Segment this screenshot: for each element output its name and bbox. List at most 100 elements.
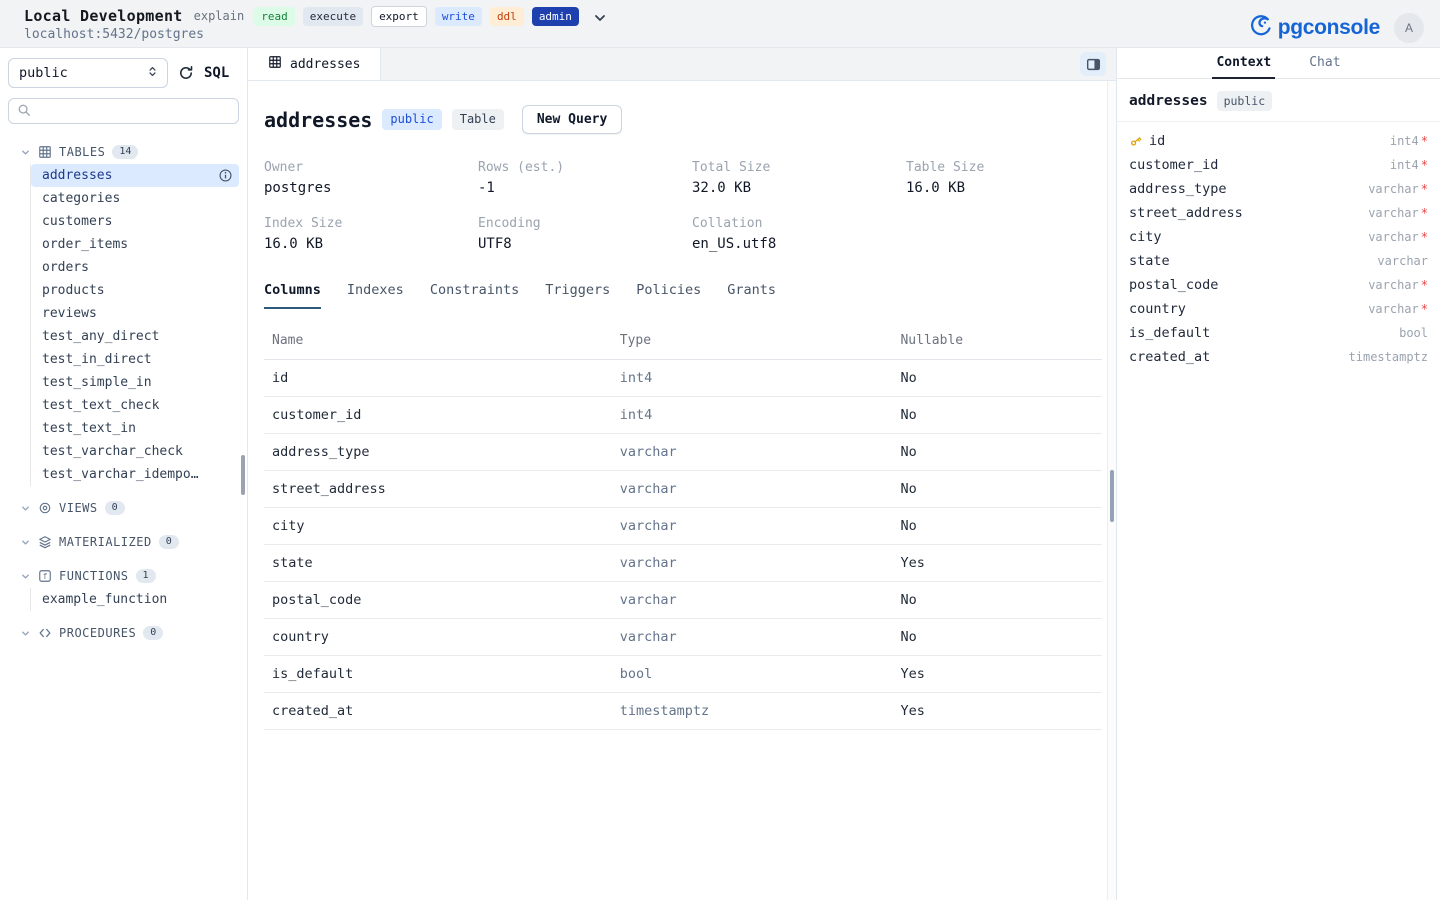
info-icon [218,168,233,183]
table-row[interactable]: countryvarcharNo [264,619,1102,656]
cell-name: state [264,555,612,571]
table-row[interactable]: created_attimestamptzYes [264,693,1102,730]
context-tab-context[interactable]: Context [1212,55,1275,79]
tab-addresses[interactable]: addresses [248,48,381,80]
section-count-badge: 0 [105,501,125,515]
pgconsole-elephant-icon [1247,12,1274,43]
detail-tabs: Columns Indexes Constraints Triggers Policie… [264,282,1100,309]
sidebar-item-test_text_in[interactable]: test_text_in [31,417,239,440]
table-stats: OwnerpostgresRows (est.)-1Total Size32.0… [264,160,1100,252]
context-column-name: id [1129,133,1165,149]
table-grid-icon [268,55,282,73]
sidebar-item-products[interactable]: products [31,279,239,302]
tab-indexes[interactable]: Indexes [347,282,404,309]
item-label: test_any_direct [42,329,159,344]
sidebar-item-addresses[interactable]: addresses [31,164,239,187]
table-row[interactable]: is_defaultboolYes [264,656,1102,693]
sidebar-item-categories[interactable]: categories [31,187,239,210]
new-query-button[interactable]: New Query [522,105,622,134]
main-scrollbar[interactable] [1110,470,1114,522]
sidebar-scrollbar[interactable] [241,455,245,495]
stat-encoding: EncodingUTF8 [478,216,692,252]
cell-name: created_at [264,703,612,719]
sidebar-item-test_in_direct[interactable]: test_in_direct [31,348,239,371]
sidebar-item-example_function[interactable]: example_function [31,588,239,611]
section-header-views[interactable]: VIEWS0 [8,496,239,520]
tab-columns[interactable]: Columns [264,282,321,309]
sql-button[interactable]: SQL [204,65,229,81]
stat-total-size: Total Size32.0 KB [692,160,906,196]
column-name-text: address_type [1129,181,1227,197]
context-column-type: int4* [1390,134,1428,148]
stat-label: Encoding [478,216,692,231]
tree-section-procedures: PROCEDURES0 [8,621,239,645]
brand-name: pgconsole [1278,16,1380,40]
brand-logo: pgconsole [1247,12,1380,43]
cell-name: street_address [264,481,612,497]
toggle-right-panel-button[interactable] [1080,52,1106,76]
sidebar-item-test_simple_in[interactable]: test_simple_in [31,371,239,394]
stat-value: 16.0 KB [264,236,478,252]
stat-table-size: Table Size16.0 KB [906,160,1120,196]
table-row[interactable]: idint4No [264,360,1102,397]
cell-type: int4 [612,407,893,423]
connection-subtitle: localhost:5432/postgres [24,27,608,42]
schema-select[interactable]: public [8,58,168,88]
section-count-badge: 1 [136,569,156,583]
table-row[interactable]: customer_idint4No [264,397,1102,434]
avatar[interactable]: A [1394,13,1424,43]
stat-index-size: Index Size16.0 KB [264,216,478,252]
sidebar-item-customers[interactable]: customers [31,210,239,233]
sidebar-item-order_items[interactable]: order_items [31,233,239,256]
stat-label: Collation [692,216,906,231]
context-column-name: country [1129,301,1186,317]
table-row[interactable]: statevarcharYes [264,545,1102,582]
context-column-type: varchar* [1368,278,1428,292]
sidebar-item-reviews[interactable]: reviews [31,302,239,325]
sidebar-item-test_varchar_check[interactable]: test_varchar_check [31,440,239,463]
stat-owner: Ownerpostgres [264,160,478,196]
context-panel: ContextChat addresses public idint4*cust… [1116,48,1440,900]
stat-label: Rows (est.) [478,160,692,175]
section-header-functions[interactable]: fFUNCTIONS1 [8,564,239,588]
sidebar-item-test_text_check[interactable]: test_text_check [31,394,239,417]
tab-policies[interactable]: Policies [636,282,701,309]
tab-constraints[interactable]: Constraints [430,282,519,309]
column-name-text: postal_code [1129,277,1218,293]
section-header-procedures[interactable]: PROCEDURES0 [8,621,239,645]
required-asterisk: * [1421,158,1428,172]
primary-key-icon [1129,134,1143,148]
item-label: categories [42,191,120,206]
tree-section-materialized: MATERIALIZED0 [8,530,239,554]
tab-triggers[interactable]: Triggers [545,282,610,309]
permission-badge-write: write [435,7,482,26]
item-label: test_simple_in [42,375,152,390]
table-row[interactable]: postal_codevarcharNo [264,582,1102,619]
search-input[interactable] [37,104,230,119]
context-tab-chat[interactable]: Chat [1305,55,1344,79]
item-label: customers [42,214,112,229]
doc-tab-label: addresses [290,57,360,72]
sidebar-item-orders[interactable]: orders [31,256,239,279]
section-header-materialized[interactable]: MATERIALIZED0 [8,530,239,554]
context-column-name: created_at [1129,349,1210,365]
section-header-tables[interactable]: TABLES14 [8,140,239,164]
cell-nullable: No [892,592,1102,608]
section-count-badge: 0 [143,626,163,640]
sidebar-item-test_any_direct[interactable]: test_any_direct [31,325,239,348]
context-column-name: is_default [1129,325,1210,341]
tree-section-tables: TABLES14addresses categories customers orde… [8,140,239,486]
sidebar-item-test_varchar_idempo[interactable]: test_varchar_idempo… [31,463,239,486]
item-label: test_varchar_idempo… [42,467,199,482]
table-row[interactable]: cityvarcharNo [264,508,1102,545]
context-column-row: postal_code varchar* [1129,273,1428,297]
table-row[interactable]: street_addressvarcharNo [264,471,1102,508]
refresh-button[interactable] [178,65,194,81]
item-label: orders [42,260,89,275]
table-row[interactable]: address_typevarcharNo [264,434,1102,471]
cell-type: varchar [612,592,893,608]
permission-badge-explain: explain [192,6,247,26]
column-header-nullable: Nullable [892,333,1102,348]
stat-value: 16.0 KB [906,180,1120,196]
tab-grants[interactable]: Grants [727,282,776,309]
